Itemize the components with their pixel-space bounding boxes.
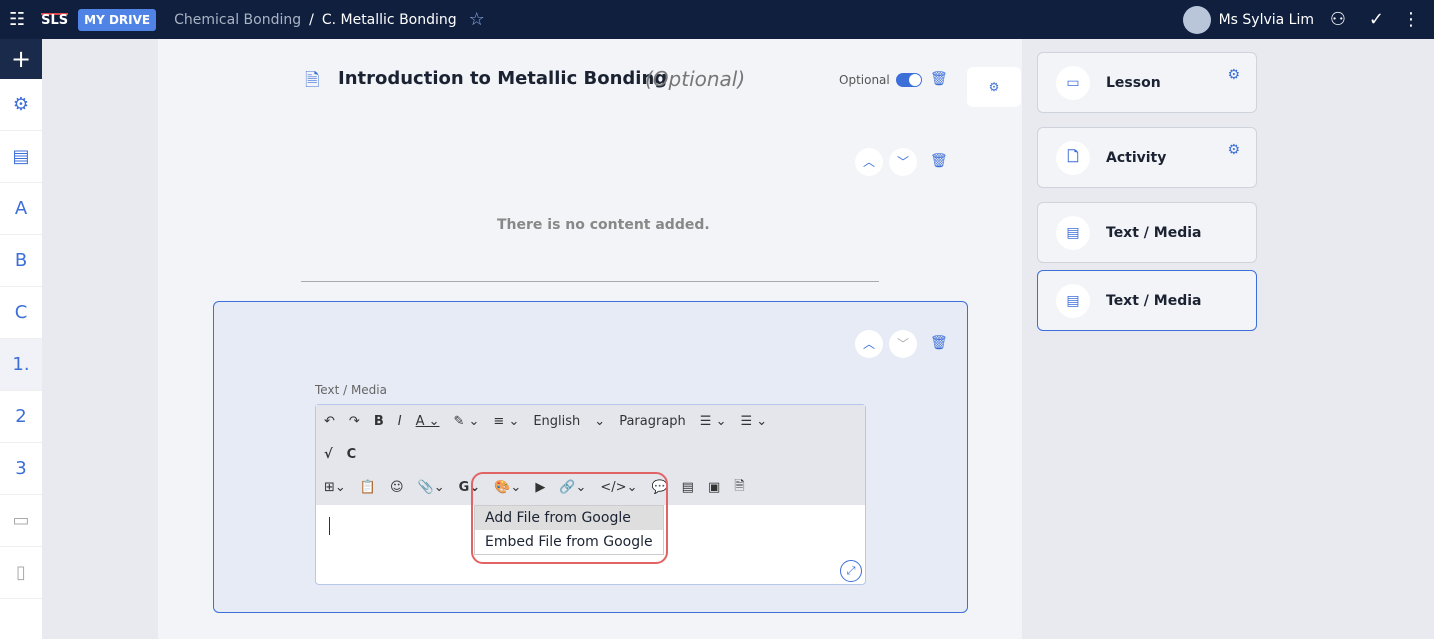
- chemistry-icon[interactable]: C: [347, 447, 357, 462]
- align-icon[interactable]: ≡ ⌄: [493, 414, 519, 429]
- avatar: [1182, 6, 1211, 34]
- card-activity[interactable]: 🗋 Activity ⚙: [1037, 127, 1257, 188]
- top-bar: ☷ SLS MY DRIVE Chemical Bonding / C. Met…: [0, 0, 1434, 39]
- sidebar-item-2[interactable]: 2: [0, 391, 42, 443]
- highlight-icon[interactable]: ✎ ⌄: [454, 414, 480, 429]
- gear-icon[interactable]: ⚙: [1227, 142, 1240, 158]
- user-name: Ms Sylvia Lim: [1218, 12, 1314, 28]
- page-title: Introduction to Metallic Bonding: [338, 68, 668, 89]
- collaborate-icon[interactable]: ⚇: [1330, 9, 1346, 30]
- redo-icon[interactable]: ↷: [349, 414, 360, 429]
- bullet-list-icon[interactable]: ☰ ⌄: [740, 414, 767, 429]
- sidebar-item-doc[interactable]: ▭: [0, 495, 42, 547]
- trash-icon[interactable]: 🗑: [930, 71, 948, 87]
- editor-label: Text / Media: [315, 383, 387, 397]
- optional-toggle-label: Optional: [839, 73, 890, 87]
- undo-icon[interactable]: ↶: [324, 414, 335, 429]
- card-text-media[interactable]: ▤ Text / Media: [1037, 202, 1257, 263]
- attach-icon[interactable]: 📎⌄: [418, 480, 445, 495]
- card-lesson[interactable]: ▭ Lesson ⚙: [1037, 52, 1257, 113]
- card-text-media-selected[interactable]: ▤ Text / Media: [1037, 270, 1257, 331]
- my-drive-button[interactable]: MY DRIVE: [78, 8, 157, 31]
- logo[interactable]: SLS: [41, 12, 69, 27]
- sidebar: + ⚙ ▤ A B C 1. 2 3 ▭ ▯: [0, 39, 42, 639]
- sidebar-item-1[interactable]: 1.: [0, 339, 42, 391]
- lesson-icon: ▭: [1056, 65, 1090, 100]
- card-label: Activity: [1106, 149, 1167, 166]
- check-icon[interactable]: ✓: [1369, 9, 1384, 30]
- more-icon[interactable]: ⋮: [1402, 9, 1420, 30]
- notes-icon[interactable]: ▤: [682, 480, 694, 495]
- sidebar-item-book[interactable]: ▤: [0, 131, 42, 183]
- move-up-button[interactable]: ︿: [855, 330, 883, 358]
- bold-icon[interactable]: B: [374, 414, 384, 429]
- settings-icon[interactable]: ⚙: [967, 67, 1021, 107]
- math-icon[interactable]: √: [324, 447, 333, 462]
- optional-toggle[interactable]: [896, 73, 922, 87]
- trash-icon[interactable]: 🗑: [930, 335, 948, 351]
- card-label: Lesson: [1106, 74, 1161, 91]
- text-media-icon: ▤: [1056, 215, 1090, 250]
- activity-icon: 🗋: [1056, 140, 1090, 175]
- breadcrumb-parent[interactable]: Chemical Bonding: [174, 12, 301, 28]
- emoji-icon[interactable]: ☺: [390, 480, 404, 495]
- language-select[interactable]: English: [533, 414, 580, 429]
- sidebar-item-a[interactable]: A: [0, 183, 42, 235]
- menu-icon[interactable]: ☷: [9, 9, 25, 30]
- gear-icon[interactable]: ⚙: [1227, 67, 1240, 83]
- breadcrumb-current: C. Metallic Bonding: [321, 11, 457, 28]
- chevron-down-icon[interactable]: ⌄: [594, 414, 605, 429]
- audio-doc-icon[interactable]: 🗎: [734, 477, 744, 499]
- text-cursor: [329, 517, 330, 535]
- sidebar-item-c[interactable]: C: [0, 287, 42, 339]
- add-button[interactable]: +: [0, 39, 42, 79]
- optional-label: (Optional): [645, 67, 746, 91]
- move-down-button[interactable]: ﹀: [889, 330, 917, 358]
- empty-message: There is no content added.: [497, 217, 710, 233]
- text-color-icon[interactable]: A ⌄: [416, 414, 440, 429]
- user-menu[interactable]: Ms Sylvia Lim: [1182, 6, 1314, 34]
- divider: [301, 281, 879, 282]
- highlight-ring: [471, 472, 668, 564]
- star-icon[interactable]: ☆: [469, 9, 485, 30]
- trash-icon[interactable]: 🗑: [930, 153, 948, 169]
- sidebar-item-note[interactable]: ▯: [0, 547, 42, 599]
- move-down-button[interactable]: ﹀: [889, 148, 917, 176]
- sidebar-item-tree[interactable]: ⚙: [0, 79, 42, 131]
- paste-icon[interactable]: 📋: [360, 480, 376, 495]
- card-label: Text / Media: [1106, 292, 1202, 309]
- sidebar-item-3[interactable]: 3: [0, 443, 42, 495]
- sidebar-item-b[interactable]: B: [0, 235, 42, 287]
- italic-icon[interactable]: I: [398, 414, 402, 429]
- format-select[interactable]: Paragraph: [619, 414, 686, 429]
- presentation-icon[interactable]: ▣: [708, 480, 720, 495]
- expand-icon[interactable]: ⤢: [840, 560, 862, 582]
- breadcrumb-sep: /: [309, 11, 314, 28]
- numbered-list-icon[interactable]: ☰ ⌄: [700, 414, 727, 429]
- card-label: Text / Media: [1106, 224, 1202, 241]
- text-media-icon: ▤: [1056, 283, 1090, 318]
- move-up-button[interactable]: ︿: [855, 148, 883, 176]
- section-icon: 🗎: [305, 70, 320, 91]
- table-icon[interactable]: ⊞⌄: [324, 480, 346, 495]
